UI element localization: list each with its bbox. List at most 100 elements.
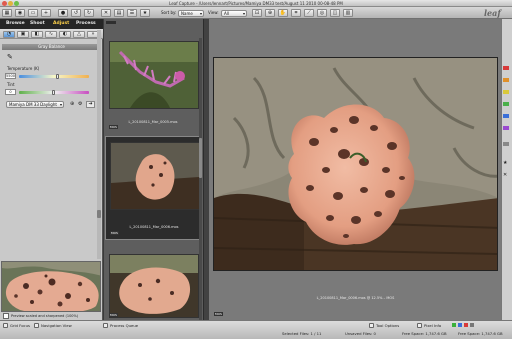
- free-space-status-2: Free Space: 1,747.6 GB: [458, 331, 503, 336]
- sharpen-tool-icon[interactable]: △: [73, 31, 85, 38]
- arrow-right-icon[interactable]: ➜: [86, 101, 95, 108]
- tool-options-toggle[interactable]: [369, 323, 374, 328]
- grid-focus-toggle[interactable]: [3, 323, 8, 328]
- temperature-value[interactable]: 5500: [5, 73, 16, 79]
- preview-checkbox[interactable]: [3, 313, 9, 319]
- temperature-slider-knob[interactable]: [56, 74, 59, 79]
- chevron-down-icon: ▾: [59, 102, 62, 107]
- star-rating-icon[interactable]: ★: [503, 160, 507, 166]
- rotate-right-icon[interactable]: ↻: [84, 9, 94, 17]
- browser-scrollbar[interactable]: [199, 38, 202, 320]
- levels-tool-icon[interactable]: ◧: [31, 31, 43, 38]
- sort-select[interactable]: Name ▾: [178, 10, 204, 17]
- preview-footer: Preview scaled and sharpened (100%): [1, 313, 102, 320]
- color-tag-orange[interactable]: [503, 78, 509, 82]
- right-tool-strip: [501, 19, 512, 320]
- zoom-in-icon[interactable]: ⊕: [265, 9, 275, 17]
- pixel-info-label: Pixel Info: [424, 323, 442, 328]
- color-tool-icon[interactable]: ◐: [59, 31, 71, 38]
- grid-view-icon[interactable]: ▤: [114, 9, 124, 17]
- compare-icon[interactable]: ◫: [330, 9, 340, 17]
- folder-icon[interactable]: ▭: [28, 9, 38, 17]
- tint-slider-knob[interactable]: [52, 90, 55, 95]
- color-tag-none[interactable]: [503, 142, 509, 146]
- chevron-down-icon: ▾: [199, 11, 202, 16]
- main-image[interactable]: [213, 57, 498, 271]
- thumbnail-caption: L_20100811_Mar_0005.mos: [128, 120, 178, 124]
- tint-value[interactable]: 0: [5, 89, 16, 95]
- tint-label: Tint: [7, 82, 15, 87]
- thumbnail-image[interactable]: [109, 254, 199, 318]
- reject-icon[interactable]: ✕: [503, 172, 507, 178]
- temperature-label: Temperature (K): [7, 66, 40, 71]
- browser-header-badge: [106, 21, 116, 24]
- tool-options-label: Tool Options: [376, 323, 400, 328]
- straighten-icon[interactable]: ⟋: [304, 9, 314, 17]
- thumbnail-cell[interactable]: MOS: [105, 250, 201, 320]
- window-title: Leaf Capture - /Users/lennart/Pictures/M…: [169, 1, 343, 6]
- layout-icon[interactable]: ▦: [2, 9, 12, 17]
- navigation-view-toggle[interactable]: [34, 323, 39, 328]
- hand-tool-icon[interactable]: ✋: [278, 9, 288, 17]
- delete-icon[interactable]: ✕: [101, 9, 111, 17]
- chevron-down-icon: ▾: [242, 11, 245, 16]
- crop-icon[interactable]: ⌗: [291, 9, 301, 17]
- gray-balance-tool-icon[interactable]: ◔: [3, 31, 15, 38]
- gray-balance-preset-select[interactable]: Mamiya DM 33 Daylight ▾: [6, 101, 64, 108]
- close-window-button[interactable]: [2, 1, 7, 6]
- unsaved-files-status: Unsaved Files: 0: [345, 331, 376, 336]
- free-space-status-1: Free Space: 1,747.6 GB: [402, 331, 447, 336]
- leaf-logo: leaf: [484, 8, 501, 18]
- rotate-left-icon[interactable]: ↺: [71, 9, 81, 17]
- tool-panel-scrollbar[interactable]: [97, 30, 101, 259]
- loupe-icon[interactable]: ◎: [317, 9, 327, 17]
- color-tag-purple[interactable]: [503, 126, 509, 130]
- thumbnail-caption: L_20100811_Mar_0006.mos: [129, 225, 179, 229]
- color-tag-red[interactable]: [503, 66, 509, 70]
- tab-shoot[interactable]: Shoot: [30, 21, 45, 27]
- new-folder-icon[interactable]: +: [41, 9, 51, 17]
- selected-files-status: Selected Files: 1 / 11: [282, 331, 322, 336]
- thumbnail-cell[interactable]: L_20100811_Mar_0005.mos MOS: [105, 38, 201, 132]
- main-image-badge: MOS: [214, 312, 223, 316]
- gray-balance-header: Gray Balance: [2, 44, 101, 50]
- thumbnail-cell-selected[interactable]: L_20100811_Mar_0006.mos MOS: [105, 136, 201, 240]
- histogram-icon[interactable]: ▥: [343, 9, 353, 17]
- exposure-tool-icon[interactable]: ▣: [17, 31, 29, 38]
- grid-focus-label: Grid Focus: [10, 323, 31, 328]
- star-icon[interactable]: ★: [140, 9, 150, 17]
- red-indicator: [464, 323, 468, 327]
- add-preset-icon[interactable]: ⊕: [70, 102, 76, 107]
- camera-icon[interactable]: ◉: [15, 9, 25, 17]
- thumbnail-badge: MOS: [109, 125, 118, 129]
- thumbnail-image[interactable]: [109, 41, 199, 109]
- main-image-caption: L_20100811_Mar_0006.mos @ 12.5% – MOS: [316, 296, 395, 300]
- filter-select[interactable]: All ▾: [221, 10, 247, 17]
- tab-adjust[interactable]: Adjust: [53, 21, 69, 27]
- tab-process[interactable]: Process: [76, 21, 96, 27]
- temperature-slider[interactable]: [19, 75, 89, 78]
- list-view-icon[interactable]: ☰: [127, 9, 137, 17]
- process-queue-toggle[interactable]: [103, 323, 108, 328]
- gray-indicator: [470, 323, 474, 327]
- eyedropper-icon[interactable]: ✎: [7, 53, 13, 61]
- color-tag-blue[interactable]: [503, 114, 509, 118]
- process-queue-label: Process Queue: [110, 323, 139, 328]
- color-tag-yellow[interactable]: [503, 90, 509, 94]
- tab-browse[interactable]: Browse: [6, 21, 25, 27]
- capture-icon[interactable]: ●: [58, 9, 68, 17]
- pixel-info-toggle[interactable]: [417, 323, 422, 328]
- green-indicator: [452, 323, 456, 327]
- thumbnail-image[interactable]: [110, 142, 200, 210]
- thumbnail-badge: MOS: [109, 313, 118, 317]
- zoom-window-button[interactable]: [14, 1, 19, 6]
- curves-tool-icon[interactable]: ∿: [45, 31, 57, 38]
- color-tag-green[interactable]: [503, 102, 509, 106]
- minimize-window-button[interactable]: [8, 1, 13, 6]
- thumbnail-badge: MOS: [110, 231, 119, 235]
- preset-action-icon[interactable]: ⚙: [78, 102, 84, 107]
- filter-label: View:: [208, 10, 219, 15]
- window-titlebar: Leaf Capture - /Users/lennart/Pictures/M…: [0, 0, 512, 7]
- preview-zoom-image: [1, 261, 101, 312]
- zoom-fit-icon[interactable]: ⊡: [252, 9, 262, 17]
